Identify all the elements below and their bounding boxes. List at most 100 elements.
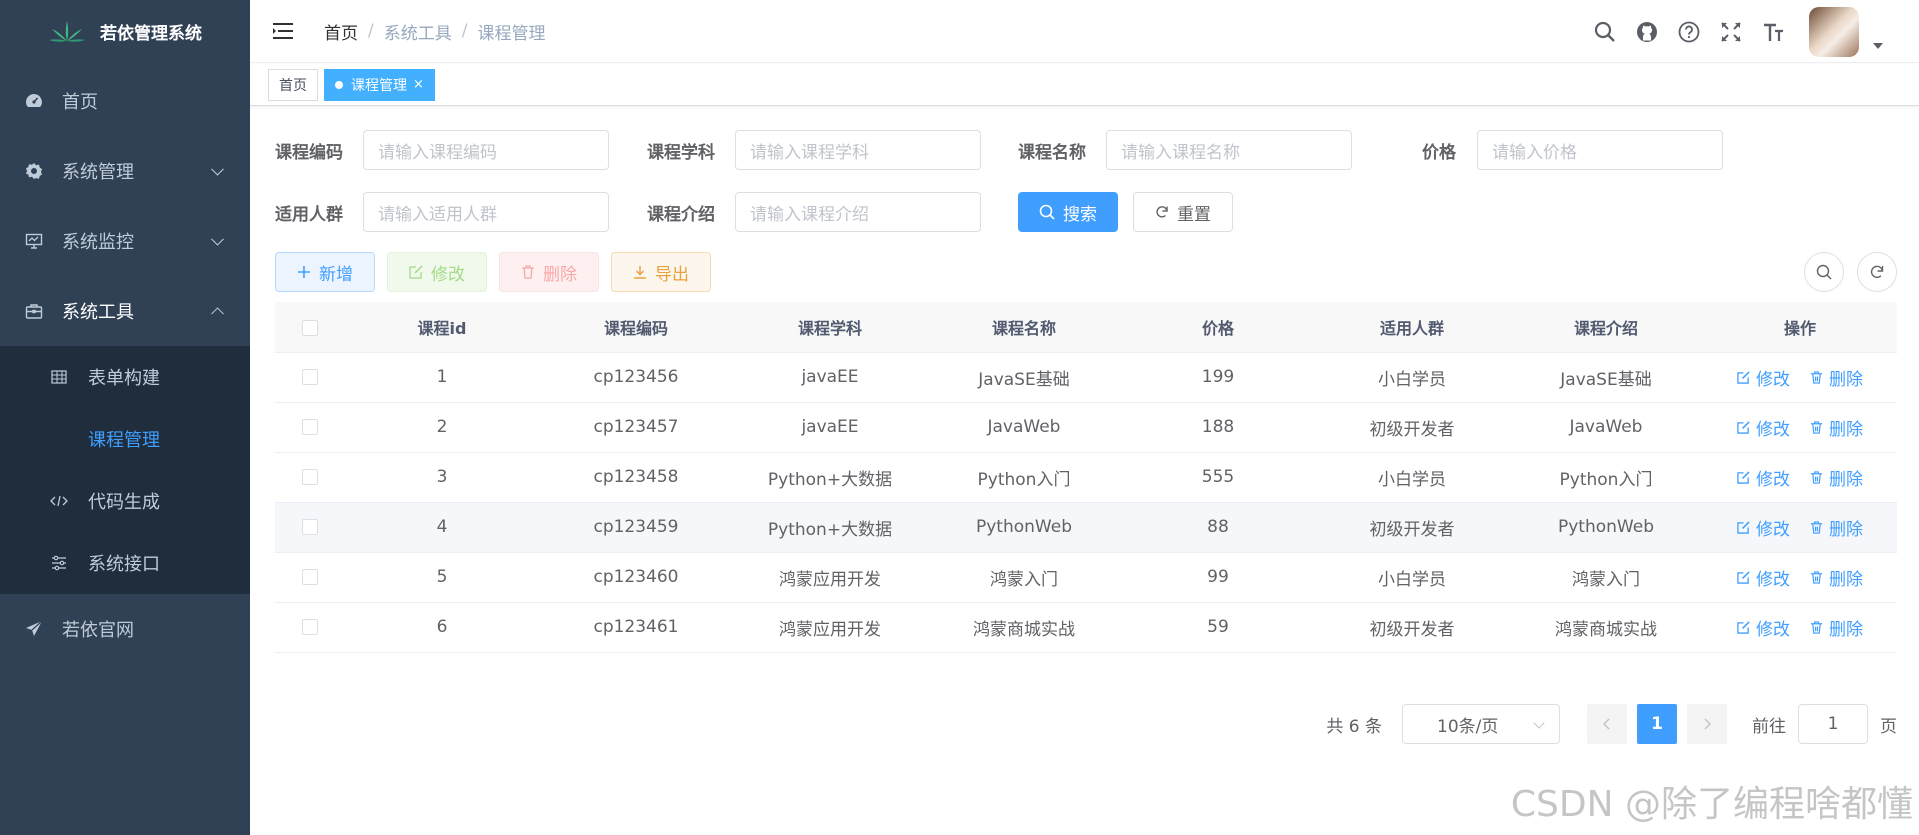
tag-home[interactable]: 首页: [268, 68, 318, 101]
row-edit-button[interactable]: 修改: [1737, 615, 1790, 640]
sidebar-item-course-management[interactable]: 课程管理: [0, 408, 250, 470]
table-cell: 1: [345, 352, 539, 403]
trash-icon: [1810, 370, 1823, 384]
sidebar-item-home[interactable]: 首页: [0, 66, 250, 136]
table-row: 1 cp123456 javaEE JavaSE基础 199 小白学员 JavaSE基础 修改…: [275, 352, 1897, 403]
chevron-left-icon: [1603, 718, 1610, 730]
row-checkbox[interactable]: [302, 619, 318, 635]
sidebar-item-system-tools[interactable]: 系统工具: [0, 276, 250, 346]
page-jump: 前往 1 页: [1752, 704, 1897, 744]
table-cell: 99: [1121, 552, 1315, 603]
page-size-select[interactable]: 10条/页: [1402, 704, 1560, 744]
avatar[interactable]: [1809, 6, 1859, 57]
sidebar-item-label: 代码生成: [88, 492, 160, 513]
row-edit-button[interactable]: 修改: [1737, 465, 1790, 490]
row-edit-button[interactable]: 修改: [1737, 365, 1790, 390]
row-delete-button[interactable]: 删除: [1810, 365, 1863, 390]
gear-icon: [24, 161, 44, 181]
table-cell: JavaWeb: [1509, 402, 1703, 453]
caret-down-icon[interactable]: [1873, 42, 1883, 49]
code-input[interactable]: 请输入课程编码: [363, 130, 609, 170]
question-icon[interactable]: [1677, 20, 1701, 44]
row-checkbox[interactable]: [302, 519, 318, 535]
breadcrumb-home[interactable]: 首页: [324, 19, 358, 44]
edit-button[interactable]: 修改: [387, 252, 487, 292]
plus-icon: [298, 266, 310, 278]
table-cell: 3: [345, 452, 539, 503]
refresh-button[interactable]: [1857, 252, 1897, 292]
form-item-name: 课程名称 请输入课程名称: [1018, 130, 1389, 170]
table-cell: 小白学员: [1315, 352, 1509, 403]
row-checkbox[interactable]: [302, 369, 318, 385]
sidebar-item-system-api[interactable]: 系统接口: [0, 532, 250, 594]
text-size-icon[interactable]: [1761, 20, 1785, 44]
row-delete-button[interactable]: 删除: [1810, 415, 1863, 440]
row-edit-button[interactable]: 修改: [1737, 565, 1790, 590]
next-page-button[interactable]: [1687, 704, 1727, 744]
sidebar-item-label: 首页: [62, 92, 98, 113]
sidebar-item-system-management[interactable]: 系统管理: [0, 136, 250, 206]
logo[interactable]: 若依管理系统: [0, 0, 250, 62]
logo-icon: [49, 21, 85, 42]
refresh-icon: [1156, 206, 1168, 218]
reset-button[interactable]: 重置: [1133, 192, 1233, 232]
hamburger-icon[interactable]: [272, 22, 294, 40]
table-cell: 4: [345, 502, 539, 553]
search-row-2: 适用人群 请输入适用人群 课程介绍 请输入课程介绍 搜索 重置: [275, 192, 1897, 232]
select-all-checkbox[interactable]: [302, 319, 318, 336]
delete-button[interactable]: 删除: [499, 252, 599, 292]
search-button[interactable]: 搜索: [1018, 192, 1118, 232]
form-item-price: 价格 请输入价格: [1389, 130, 1759, 170]
chevron-right-icon: [1704, 718, 1711, 730]
col-header: 课程名称: [927, 302, 1121, 353]
row-delete-button[interactable]: 删除: [1810, 565, 1863, 590]
name-input[interactable]: 请输入课程名称: [1106, 130, 1352, 170]
table-row: 2 cp123457 javaEE JavaWeb 188 初级开发者 JavaWeb 修改删…: [275, 402, 1897, 453]
add-button[interactable]: 新增: [275, 252, 375, 292]
intro-input[interactable]: 请输入课程介绍: [735, 192, 981, 232]
goto-label: 前往: [1752, 716, 1786, 737]
price-input[interactable]: 请输入价格: [1477, 130, 1723, 170]
row-checkbox[interactable]: [302, 569, 318, 585]
monitor-icon: [24, 231, 44, 251]
table-cell: Python+大数据: [733, 502, 927, 553]
crowd-input[interactable]: 请输入适用人群: [363, 192, 609, 232]
active-dot-icon: [335, 80, 343, 89]
toolbox-icon: [24, 301, 44, 321]
tag-course-management[interactable]: 课程管理 ×: [324, 68, 435, 101]
tags-view: 首页 课程管理 ×: [250, 64, 1919, 106]
row-delete-button[interactable]: 删除: [1810, 515, 1863, 540]
row-delete-button[interactable]: 删除: [1810, 465, 1863, 490]
page-number-current[interactable]: 1: [1637, 704, 1677, 744]
row-checkbox[interactable]: [302, 419, 318, 435]
subject-label: 课程学科: [647, 142, 715, 163]
sidebar-item-ruoyi-website[interactable]: 若依官网: [0, 594, 250, 664]
table-cell: Python入门: [927, 452, 1121, 503]
prev-page-button[interactable]: [1587, 704, 1627, 744]
form-item-crowd: 适用人群 请输入适用人群: [275, 192, 647, 232]
reset-button-label: 重置: [1177, 204, 1211, 225]
github-icon[interactable]: [1635, 20, 1659, 44]
sidebar-item-code-gen[interactable]: 代码生成: [0, 470, 250, 532]
row-delete-button[interactable]: 删除: [1810, 615, 1863, 640]
close-icon[interactable]: ×: [413, 77, 424, 92]
sidebar-item-form-build[interactable]: 表单构建: [0, 346, 250, 408]
row-edit-button[interactable]: 修改: [1737, 515, 1790, 540]
course-table: 课程id 课程编码 课程学科 课程名称 价格 适用人群 课程介绍 操作 1 cp1…: [275, 302, 1897, 653]
logo-text: 若依管理系统: [100, 23, 202, 44]
export-button[interactable]: 导出: [611, 252, 711, 292]
download-icon: [634, 266, 646, 279]
toggle-search-button[interactable]: [1804, 252, 1844, 292]
sidebar-item-system-monitor[interactable]: 系统监控: [0, 206, 250, 276]
row-edit-button[interactable]: 修改: [1737, 415, 1790, 440]
breadcrumb-course-management: 课程管理: [477, 23, 546, 44]
row-checkbox[interactable]: [302, 469, 318, 485]
search-icon[interactable]: [1593, 20, 1617, 44]
goto-input[interactable]: 1: [1798, 704, 1868, 744]
row-delete-label: 删除: [1829, 519, 1863, 540]
main-content: 课程编码 请输入课程编码 课程学科 请输入课程学科 课程名称 请输入课程名称 价…: [275, 106, 1897, 744]
table-row: 5 cp123460 鸿蒙应用开发 鸿蒙入门 99 小白学员 鸿蒙入门 修改 删除: [275, 552, 1897, 603]
subject-input[interactable]: 请输入课程学科: [735, 130, 981, 170]
fullscreen-icon[interactable]: [1719, 20, 1743, 44]
table-cell: 188: [1121, 402, 1315, 453]
